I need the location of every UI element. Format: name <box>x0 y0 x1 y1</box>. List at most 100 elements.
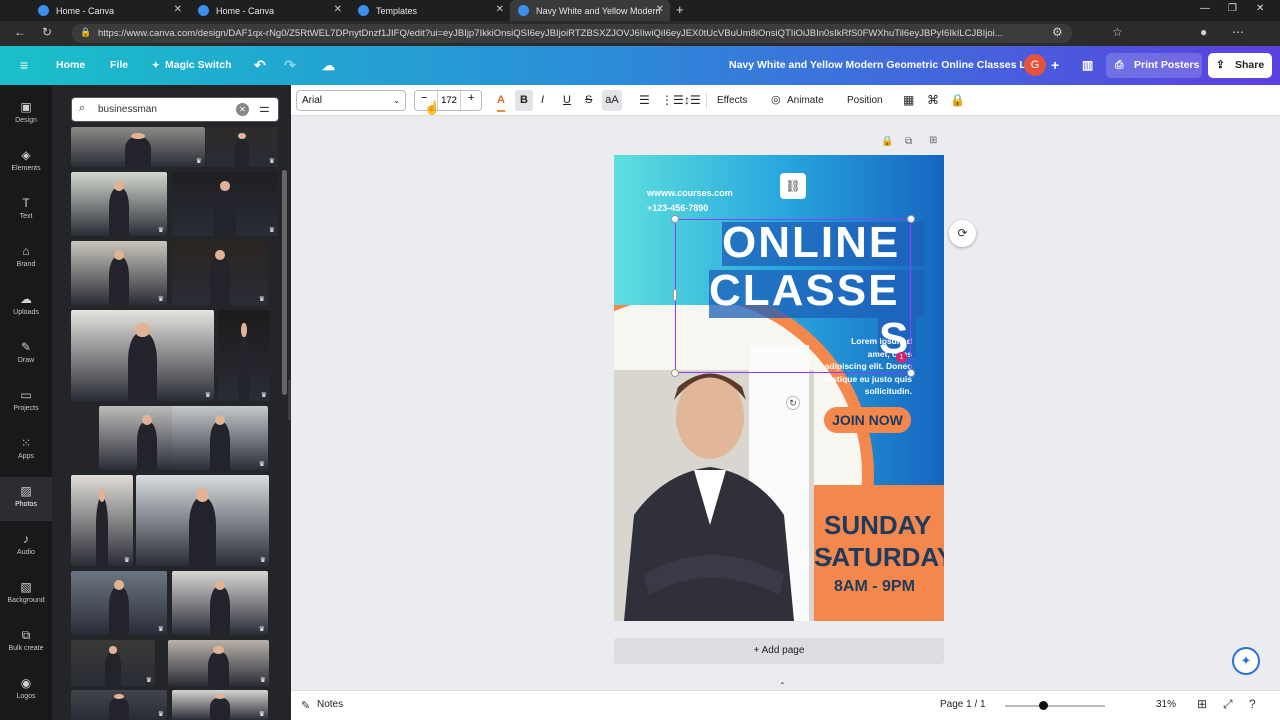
magic-switch-button[interactable]: Magic Switch <box>165 46 232 85</box>
maximize-icon[interactable]: ❐ <box>1228 3 1237 14</box>
website-text[interactable]: wwww.courses.com <box>647 188 733 198</box>
photo-thumbnail[interactable]: ♛ <box>71 690 167 720</box>
photo-thumbnail[interactable]: ♛ <box>136 475 269 566</box>
rotate-handle-icon[interactable]: ↻ <box>786 396 800 410</box>
close-icon[interactable]: ✕ <box>334 4 342 15</box>
position-button[interactable]: Position <box>847 85 883 116</box>
rail-item-brand[interactable]: ⌂ Brand <box>0 237 52 281</box>
transparency-icon[interactable]: ▦ <box>903 85 914 116</box>
case-icon[interactable]: aA <box>602 90 622 111</box>
italic-icon[interactable]: I <box>541 85 544 116</box>
increase-size-button[interactable]: + <box>468 92 474 104</box>
print-posters-button[interactable]: ⎙ Print Posters <box>1106 53 1202 78</box>
photo-thumbnail[interactable]: ♛ <box>172 406 268 470</box>
phone-text[interactable]: +123-456-7890 <box>647 203 708 213</box>
avatar[interactable]: G <box>1024 54 1046 76</box>
document-title[interactable]: Navy White and Yellow Modern Geometric O… <box>729 46 1035 85</box>
filter-icon[interactable]: ⚌ <box>259 101 270 115</box>
rail-item-logos[interactable]: ◉ Logos <box>0 669 52 713</box>
hours-text[interactable]: 8AM - 9PM <box>834 578 915 596</box>
zoom-slider-thumb[interactable] <box>1039 701 1048 710</box>
add-collaborator-icon[interactable]: + <box>1051 46 1059 85</box>
fullscreen-icon[interactable]: ⤢ <box>1223 697 1233 712</box>
rail-item-elements[interactable]: ◈ Elements <box>0 141 52 185</box>
rail-item-draw[interactable]: ✎ Draw <box>0 333 52 377</box>
rail-item-design[interactable]: ▣ Design <box>0 93 52 137</box>
browser-tab-4-active[interactable]: Navy White and Yellow Modern ✕ <box>510 0 670 21</box>
rail-item-projects[interactable]: ▭ Projects <box>0 381 52 425</box>
align-icon[interactable]: ☰ <box>639 85 650 116</box>
close-icon[interactable]: ✕ <box>496 4 504 15</box>
resize-handle[interactable] <box>671 215 679 223</box>
effects-button[interactable]: Effects <box>717 85 747 116</box>
menu-icon[interactable]: ≡ <box>20 46 28 85</box>
photo-thumbnail[interactable]: ♛ <box>71 475 133 566</box>
rail-item-apps[interactable]: ⁙ Apps <box>0 429 52 473</box>
photo-thumbnail[interactable]: ♛ <box>71 172 167 236</box>
photo-thumbnail[interactable]: ♛ <box>218 310 270 401</box>
join-now-button[interactable]: JOIN NOW <box>824 407 911 433</box>
back-icon[interactable]: ← <box>14 25 26 39</box>
redo-icon[interactable]: ↷ <box>284 46 296 85</box>
strikethrough-icon[interactable]: S <box>585 85 592 116</box>
rail-item-uploads[interactable]: ☁ Uploads <box>0 285 52 329</box>
window-close-icon[interactable]: ✕ <box>1256 3 1264 14</box>
lock-page-icon[interactable]: 🔒 <box>881 136 893 147</box>
add-page-button[interactable]: + Add page <box>614 638 944 664</box>
photo-thumbnail[interactable]: ♛ <box>172 571 268 635</box>
url-field[interactable]: https://www.canva.com/design/DAF1qx-rNg0… <box>72 24 1072 43</box>
photo-thumbnail[interactable]: ♛ <box>71 310 214 401</box>
browser-tab-3[interactable]: Templates ✕ <box>350 0 510 21</box>
browser-tab-2[interactable]: Home - Canva ✕ <box>190 0 348 21</box>
search-box[interactable]: ⌕ businessman ✕ ⚌ <box>71 97 279 122</box>
spacing-icon[interactable]: ↕☰ <box>684 85 701 116</box>
magic-assistant-icon[interactable]: ✦ <box>1232 647 1260 675</box>
businessman-photo[interactable] <box>614 345 814 621</box>
list-icon[interactable]: ⋮☰ <box>661 85 684 116</box>
photo-thumbnail[interactable]: ♛ <box>172 172 278 236</box>
undo-icon[interactable]: ↶ <box>254 46 266 85</box>
close-icon[interactable]: ✕ <box>174 4 182 15</box>
side-handle[interactable] <box>673 289 677 301</box>
notes-button[interactable]: Notes <box>317 699 343 710</box>
comment-badge[interactable]: 1 <box>896 352 907 363</box>
underline-icon[interactable]: U <box>563 85 571 116</box>
browser-tab-1[interactable]: Home - Canva ✕ <box>30 0 188 21</box>
link-icon[interactable]: ⛓ <box>780 173 806 199</box>
analytics-icon[interactable]: ▥ <box>1082 46 1093 85</box>
rail-item-audio[interactable]: ♪ Audio <box>0 525 52 569</box>
resize-handle[interactable] <box>907 215 915 223</box>
photo-thumbnail[interactable]: ♛ <box>206 127 278 167</box>
zoom-level[interactable]: 31% <box>1156 699 1176 710</box>
refresh-icon[interactable]: ⟳ <box>949 220 976 247</box>
photo-thumbnail[interactable]: ♛ <box>168 640 269 686</box>
cloud-save-icon[interactable]: ☁ <box>322 46 335 85</box>
rail-item-text[interactable]: T Text <box>0 189 52 233</box>
help-icon[interactable]: ? <box>1249 697 1256 711</box>
grid-view-icon[interactable]: ⊞ <box>1197 697 1207 711</box>
resize-handle[interactable] <box>907 369 915 377</box>
font-family-select[interactable]: Arial ⌄ <box>296 90 406 111</box>
animate-button[interactable]: Animate <box>787 85 824 116</box>
photo-thumbnail[interactable]: ♛ <box>71 127 205 167</box>
search-input[interactable]: businessman <box>98 98 157 122</box>
duplicate-page-icon[interactable]: ⧉ <box>905 136 912 147</box>
minimize-icon[interactable]: — <box>1200 3 1210 14</box>
photo-thumbnail[interactable]: ♛ <box>172 690 268 720</box>
rail-item-background[interactable]: ▧ Background <box>0 573 52 617</box>
photo-thumbnail[interactable]: ♛ <box>71 640 155 686</box>
days-line-2[interactable]: SATURDAY <box>814 542 944 573</box>
font-size-input[interactable]: 172 <box>437 91 461 110</box>
rail-item-bulk-create[interactable]: ⧉ Bulk create <box>0 621 52 665</box>
photo-thumbnail[interactable]: ♛ <box>172 241 268 305</box>
bold-icon[interactable]: B <box>515 90 533 111</box>
file-menu-button[interactable]: File <box>110 46 128 85</box>
photo-thumbnail[interactable]: ♛ <box>71 571 167 635</box>
chevron-up-icon[interactable]: ⌃ <box>779 681 786 690</box>
extensions-icon[interactable]: ⚙ <box>1052 25 1063 39</box>
browser-menu-icon[interactable]: ⋯ <box>1232 25 1244 39</box>
favorites-icon[interactable]: ☆ <box>1112 25 1123 39</box>
close-icon[interactable]: ✕ <box>656 4 664 15</box>
photo-thumbnail[interactable]: ♛ <box>71 241 167 305</box>
home-button[interactable]: Home <box>56 46 85 85</box>
